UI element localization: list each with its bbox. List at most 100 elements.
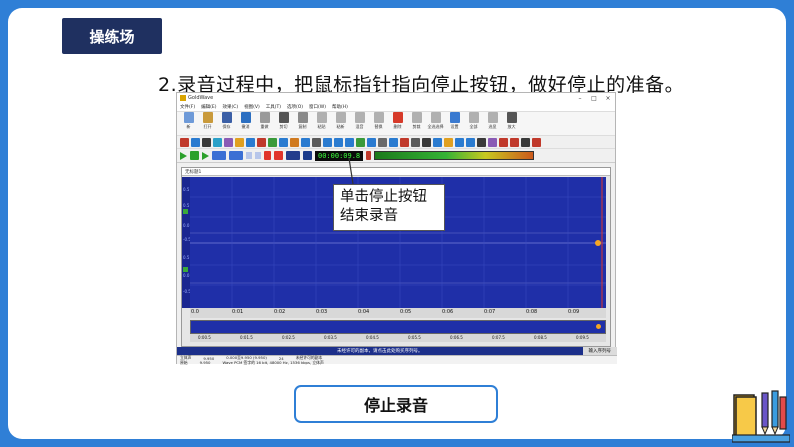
rewind-icon[interactable] [212,151,226,160]
time-axis: 0.0 0:01 0:02 0:03 0:04 0:05 0:06 0:07 0… [190,308,606,318]
toolbar-button-open-folder[interactable]: 打开 [198,112,217,134]
play-selection-icon[interactable] [190,151,199,160]
effect-icon[interactable] [400,137,409,147]
menu-window[interactable]: 窗口(W) [309,104,326,110]
effect-icon[interactable] [510,137,519,147]
fast-forward-icon[interactable] [229,151,243,160]
effect-icon[interactable] [532,137,541,147]
toolbar-button-select-view[interactable]: 选显 [483,112,502,134]
stop-icon[interactable] [274,151,283,160]
zoom-in-icon [506,112,517,123]
minimize-button[interactable]: – [573,95,587,102]
channel-left-marker[interactable] [183,209,188,214]
effect-icon[interactable] [422,137,431,147]
effect-icon[interactable] [367,137,376,147]
effect-icon[interactable] [521,137,530,147]
toolbar-button-copy[interactable]: 复制 [293,112,312,134]
toolbar-button-paste-new[interactable]: 粘新 [331,112,350,134]
effect-icon[interactable] [499,137,508,147]
effect-icon[interactable] [477,137,486,147]
record-settings-icon[interactable] [286,151,300,160]
monitor-icon[interactable] [303,151,312,160]
time-tick: 0:05 [400,309,412,315]
effect-icon[interactable] [334,137,343,147]
new-file-icon [183,112,194,123]
effect-icon[interactable] [191,137,200,147]
channel-right-marker[interactable] [183,267,188,272]
level-meter [374,151,535,160]
toolbar-button-delete[interactable]: 删除 [388,112,407,134]
toolbar-label: 保存 [222,124,231,129]
effect-icon[interactable] [268,137,277,147]
overview-track[interactable] [190,320,606,334]
toolbar-label: 删除 [393,124,402,129]
effect-icon[interactable] [323,137,332,147]
toolbar-button-all[interactable]: 全部 [464,112,483,134]
menu-edit[interactable]: 编辑(E) [201,104,216,110]
effect-icon[interactable] [279,137,288,147]
overview-playhead[interactable] [596,324,601,329]
effect-icon[interactable] [433,137,442,147]
effect-icon[interactable] [257,137,266,147]
pause-disabled-icon [246,152,252,159]
toolbar-label: 全选选择 [427,124,444,129]
play-icon[interactable] [180,151,187,160]
document-title: 无标题1 [182,168,610,176]
effect-icon[interactable] [411,137,420,147]
effect-icon[interactable] [389,137,398,147]
counter-marker-icon [366,151,372,160]
enter-serial-button[interactable]: 输入序列号 [582,347,617,355]
effect-icon[interactable] [356,137,365,147]
toolbar-button-undo[interactable]: 撤消 [236,112,255,134]
stop-recording-button[interactable]: 停止录音 [294,385,498,423]
effect-icon[interactable] [345,137,354,147]
toolbar-button-paste[interactable]: 粘贴 [312,112,331,134]
effect-icon[interactable] [224,137,233,147]
toolbar-button-select-all[interactable]: 全选选择 [426,112,445,134]
toolbar-label: 设置 [450,124,459,129]
undo-icon [240,112,251,123]
toolbar-button-replace[interactable]: 替换 [369,112,388,134]
playhead-marker[interactable] [595,240,601,246]
toolbar-button-save[interactable]: 保存 [217,112,236,134]
effect-icon[interactable] [455,137,464,147]
effect-icon[interactable] [301,137,310,147]
effect-icon[interactable] [444,137,453,147]
effect-icon[interactable] [312,137,321,147]
scale-label: 0.5 [183,187,190,192]
toolbar-button-trim[interactable]: 剪裁 [407,112,426,134]
toolbar-button-cut[interactable]: 剪切 [274,112,293,134]
effect-icon[interactable] [202,137,211,147]
pause-icon[interactable] [264,151,271,160]
toolbar-button-new-file[interactable]: 新 [179,112,198,134]
overview-tick: 0:05.5 [408,335,421,340]
mix-icon [354,112,365,123]
effect-icon[interactable] [290,137,299,147]
time-tick: 0:01 [232,309,244,315]
paste-icon [316,112,327,123]
overview-time-axis: 0:00.5 0:01.5 0:02.5 0:03.5 0:04.5 0:05.… [190,334,606,342]
toolbar-button-mix[interactable]: 混音 [350,112,369,134]
menu-file[interactable]: 文件(F) [180,104,195,110]
effect-icon[interactable] [213,137,222,147]
license-message[interactable]: 未经许可的副本，请点击此处购买序列号。 [177,348,583,354]
menu-help[interactable]: 帮助(H) [332,104,348,110]
menu-options[interactable]: 选项(O) [287,104,303,110]
menu-effects[interactable]: 效果(C) [222,104,238,110]
effect-icon[interactable] [488,137,497,147]
effect-icon[interactable] [378,137,387,147]
menu-view[interactable]: 视图(V) [244,104,260,110]
info-original: 原始 [180,359,188,365]
maximize-button[interactable]: □ [587,95,601,102]
effect-icon[interactable] [235,137,244,147]
toolbar-button-settings[interactable]: 设置 [445,112,464,134]
effect-icon[interactable] [466,137,475,147]
overview-tick: 0:02.5 [282,335,295,340]
toolbar-button-redo[interactable]: 重做 [255,112,274,134]
effect-icon[interactable] [180,137,189,147]
close-button[interactable]: × [601,95,615,102]
toolbar-button-zoom-in[interactable]: 放大 [502,112,521,134]
menu-tools[interactable]: 工具(T) [266,104,281,110]
effect-icon[interactable] [246,137,255,147]
play-from-cursor-icon[interactable] [202,151,209,160]
